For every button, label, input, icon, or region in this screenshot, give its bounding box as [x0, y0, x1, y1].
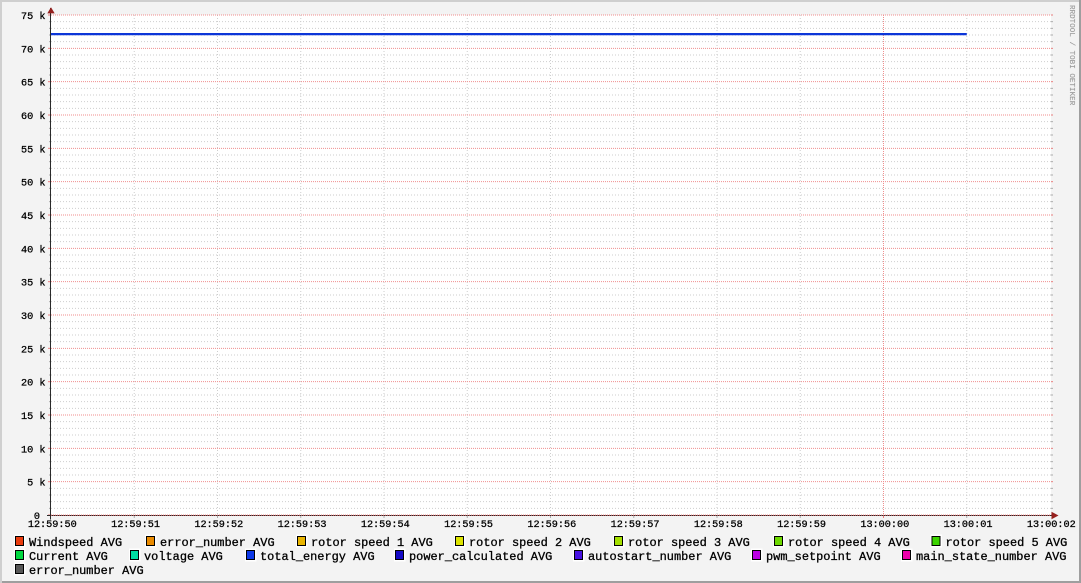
svg-text:20 k: 20 k: [21, 378, 45, 390]
svg-text:rotor speed 3 AVG: rotor speed 3 AVG: [628, 536, 750, 550]
svg-text:12:59:59: 12:59:59: [777, 520, 826, 531]
svg-text:50 k: 50 k: [21, 178, 45, 190]
svg-text:rotor speed 2 AVG: rotor speed 2 AVG: [469, 536, 591, 550]
svg-text:12:59:54: 12:59:54: [361, 520, 410, 531]
svg-text:15 k: 15 k: [21, 411, 45, 423]
svg-text:error_number AVG: error_number AVG: [29, 564, 144, 578]
svg-text:error_number AVG: error_number AVG: [160, 536, 275, 550]
svg-text:total_energy AVG: total_energy AVG: [260, 550, 375, 564]
svg-text:main_state_number AVG: main_state_number AVG: [916, 550, 1066, 564]
svg-text:Windspeed AVG: Windspeed AVG: [29, 536, 122, 550]
svg-text:35 k: 35 k: [21, 278, 45, 290]
svg-text:12:59:55: 12:59:55: [444, 520, 493, 531]
svg-text:12:59:56: 12:59:56: [527, 520, 576, 531]
svg-text:pwm_setpoint AVG: pwm_setpoint AVG: [766, 550, 881, 564]
svg-text:rotor speed 1 AVG: rotor speed 1 AVG: [311, 536, 433, 550]
svg-text:rotor speed 4 AVG: rotor speed 4 AVG: [788, 536, 910, 550]
svg-text:13:00:01: 13:00:01: [944, 520, 993, 531]
svg-text:65 k: 65 k: [21, 78, 45, 90]
svg-text:25 k: 25 k: [21, 344, 45, 356]
svg-text:30 k: 30 k: [21, 311, 45, 323]
svg-text:45 k: 45 k: [21, 211, 45, 223]
svg-text:autostart_number AVG: autostart_number AVG: [588, 550, 731, 564]
svg-text:RRDTOOL / TOBI OETIKER: RRDTOOL / TOBI OETIKER: [1067, 5, 1075, 106]
svg-text:10 k: 10 k: [21, 444, 45, 456]
svg-text:voltage AVG: voltage AVG: [144, 550, 223, 564]
svg-text:power_calculated AVG: power_calculated AVG: [409, 550, 552, 564]
svg-text:5 k: 5 k: [27, 478, 45, 490]
svg-text:13:00:02: 13:00:02: [1027, 520, 1076, 531]
svg-text:Current AVG: Current AVG: [29, 550, 108, 564]
svg-text:70 k: 70 k: [21, 44, 45, 56]
svg-text:60 k: 60 k: [21, 111, 45, 123]
svg-text:12:59:51: 12:59:51: [111, 520, 160, 531]
svg-text:13:00:00: 13:00:00: [860, 520, 909, 531]
svg-text:12:59:57: 12:59:57: [611, 520, 660, 531]
svg-text:rotor speed 5 AVG: rotor speed 5 AVG: [946, 536, 1068, 550]
svg-text:12:59:53: 12:59:53: [278, 520, 327, 531]
svg-text:12:59:50: 12:59:50: [28, 520, 77, 531]
svg-text:55 k: 55 k: [21, 144, 45, 156]
svg-text:75 k: 75 k: [21, 11, 45, 23]
svg-text:12:59:58: 12:59:58: [694, 520, 743, 531]
svg-text:40 k: 40 k: [21, 244, 45, 256]
svg-text:12:59:52: 12:59:52: [194, 520, 243, 531]
